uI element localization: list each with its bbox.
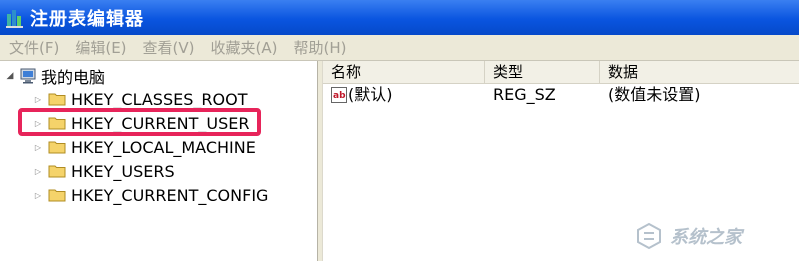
- column-header-type[interactable]: 类型: [485, 61, 600, 83]
- folder-icon: [48, 189, 66, 202]
- watermark-text: 系统之家: [670, 227, 742, 248]
- menu-help[interactable]: 帮助(H): [293, 37, 346, 58]
- expand-arrow-icon[interactable]: ▷: [32, 191, 44, 200]
- table-row[interactable]: ab (默认) REG_SZ (数值未设置): [323, 84, 799, 106]
- value-type: REG_SZ: [493, 85, 556, 104]
- expand-arrow-icon[interactable]: ▷: [32, 167, 44, 176]
- tree-item-label: HKEY_CURRENT_CONFIG: [71, 185, 269, 205]
- svg-text:ab: ab: [333, 91, 346, 101]
- tree-item-hkey-current-config[interactable]: ▷ HKEY_CURRENT_CONFIG: [32, 184, 269, 206]
- column-header-row: 名称 类型 数据: [323, 61, 799, 84]
- tree-item-hkey-classes-root[interactable]: ▷ HKEY_CLASSES_ROOT: [32, 88, 248, 110]
- string-value-icon: ab: [331, 87, 347, 103]
- menu-view[interactable]: 查看(V): [143, 37, 195, 58]
- expand-arrow-icon[interactable]: ▷: [32, 143, 44, 152]
- collapse-triangle-icon[interactable]: ◢: [4, 71, 16, 81]
- highlight-annotation-box: [18, 108, 261, 136]
- folder-icon: [48, 93, 66, 106]
- column-header-data[interactable]: 数据: [600, 61, 799, 83]
- folder-icon: [48, 141, 66, 154]
- expand-arrow-icon[interactable]: ▷: [32, 95, 44, 104]
- tree-item-hkey-local-machine[interactable]: ▷ HKEY_LOCAL_MACHINE: [32, 136, 256, 158]
- menu-bar: 文件(F) 编辑(E) 查看(V) 收藏夹(A) 帮助(H): [0, 35, 799, 61]
- value-name: (默认): [348, 85, 393, 104]
- folder-icon: [48, 165, 66, 178]
- watermark-logo-icon: [637, 222, 661, 250]
- tree-item-label: HKEY_CLASSES_ROOT: [71, 89, 248, 109]
- tree-root-my-computer[interactable]: ◢ 我的电脑: [4, 65, 105, 87]
- menu-file[interactable]: 文件(F): [9, 37, 59, 58]
- tree-root-label: 我的电脑: [41, 68, 106, 87]
- menu-favorites[interactable]: 收藏夹(A): [211, 37, 278, 58]
- value-data: (数值未设置): [608, 85, 701, 104]
- menu-edit[interactable]: 编辑(E): [75, 37, 126, 58]
- tree-item-hkey-users[interactable]: ▷ HKEY_USERS: [32, 160, 175, 182]
- computer-icon: [20, 68, 36, 84]
- column-header-name[interactable]: 名称: [323, 61, 485, 83]
- regedit-app-icon: [6, 9, 23, 28]
- registry-tree-pane: ◢ 我的电脑 ▷ HKEY_CLASSES_ROOT ▷ HKEY_CURREN…: [0, 61, 317, 261]
- tree-item-label: HKEY_USERS: [71, 161, 175, 181]
- title-bar[interactable]: 注册表编辑器: [0, 0, 799, 35]
- site-watermark: 系统之家: [634, 217, 789, 255]
- tree-item-label: HKEY_LOCAL_MACHINE: [71, 137, 256, 157]
- window-title: 注册表编辑器: [30, 8, 144, 30]
